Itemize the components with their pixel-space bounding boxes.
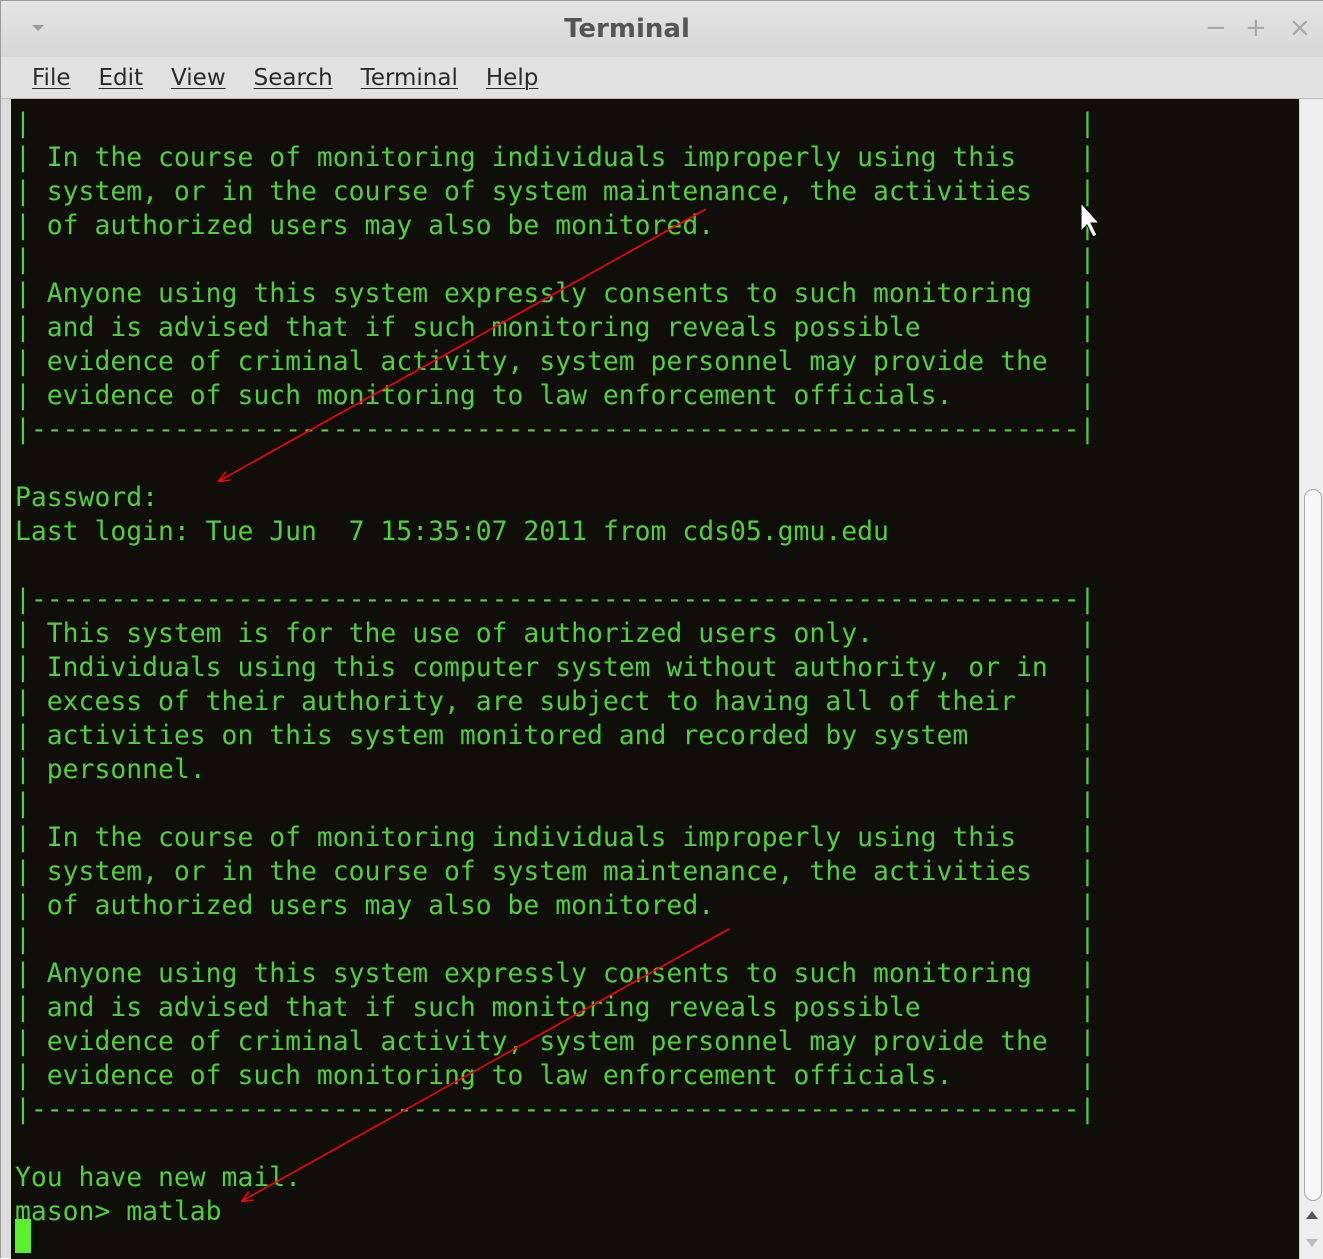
window-title: Terminal <box>564 14 690 44</box>
terminal-line: | evidence of criminal activity, system … <box>15 1026 1096 1057</box>
scrollbar[interactable] <box>1299 99 1323 1259</box>
terminal-line: | This system is for the use of authoriz… <box>15 618 1096 649</box>
title-bar[interactable]: Terminal − + × <box>1 1 1323 57</box>
terminal-line: | In the course of monitoring individual… <box>15 142 1096 173</box>
terminal-line: | | <box>15 788 1096 819</box>
terminal-line: | | <box>15 924 1096 955</box>
terminal-line: You have new mail. <box>15 1162 301 1193</box>
terminal-line: | excess of their authority, are subject… <box>15 686 1096 717</box>
terminal-line: | personnel. | <box>15 754 1096 785</box>
terminal-line: | evidence of such monitoring to law enf… <box>15 380 1096 411</box>
terminal-line: | and is advised that if such monitoring… <box>15 992 1096 1023</box>
terminal-line: | Individuals using this computer system… <box>15 652 1096 683</box>
terminal-line: | In the course of monitoring individual… <box>15 822 1096 853</box>
terminal-line: |---------------------------------------… <box>15 414 1096 445</box>
terminal-line: | and is advised that if such monitoring… <box>15 312 1096 343</box>
terminal-line: | | <box>15 244 1096 275</box>
scroll-up-icon[interactable] <box>1306 1211 1318 1219</box>
terminal-line: |---------------------------------------… <box>15 584 1096 615</box>
scrollbar-thumb[interactable] <box>1304 489 1322 1201</box>
close-icon[interactable]: × <box>1289 15 1311 41</box>
terminal-line: mason> matlab <box>15 1196 222 1227</box>
menu-help[interactable]: Help <box>486 65 538 91</box>
terminal-line: | evidence of such monitoring to law enf… <box>15 1060 1096 1091</box>
terminal-cursor <box>15 1219 31 1253</box>
minimize-icon[interactable]: − <box>1205 15 1227 41</box>
terminal-text: | | | In the course of monitoring individ… <box>15 107 1095 1229</box>
terminal-line: | Anyone using this system expressly con… <box>15 278 1096 309</box>
terminal-line: | system, or in the course of system mai… <box>15 176 1096 207</box>
terminal-window: Terminal − + × File Edit View Search Ter… <box>0 0 1323 1259</box>
terminal-line: | of authorized users may also be monito… <box>15 890 1096 921</box>
terminal-line: | system, or in the course of system mai… <box>15 856 1096 887</box>
terminal-line: Last login: Tue Jun 7 15:35:07 2011 from… <box>15 516 889 547</box>
terminal-line: Password: <box>15 482 158 513</box>
menu-file[interactable]: File <box>32 65 71 91</box>
menu-view[interactable]: View <box>171 65 226 91</box>
terminal-line: | evidence of criminal activity, system … <box>15 346 1096 377</box>
menu-edit[interactable]: Edit <box>99 65 144 91</box>
menu-terminal[interactable]: Terminal <box>361 65 458 91</box>
terminal-line: | | <box>15 108 1096 139</box>
terminal-line: | activities on this system monitored an… <box>15 720 1096 751</box>
terminal-line: | Anyone using this system expressly con… <box>15 958 1096 989</box>
terminal-line: |---------------------------------------… <box>15 1094 1096 1125</box>
menu-search[interactable]: Search <box>254 65 333 91</box>
scroll-down-icon[interactable] <box>1306 1239 1318 1247</box>
menu-bar: File Edit View Search Terminal Help <box>1 57 1323 99</box>
maximize-icon[interactable]: + <box>1245 15 1267 41</box>
terminal-line: | of authorized users may also be monito… <box>15 210 1096 241</box>
terminal-output[interactable]: | | | In the course of monitoring individ… <box>11 99 1299 1259</box>
